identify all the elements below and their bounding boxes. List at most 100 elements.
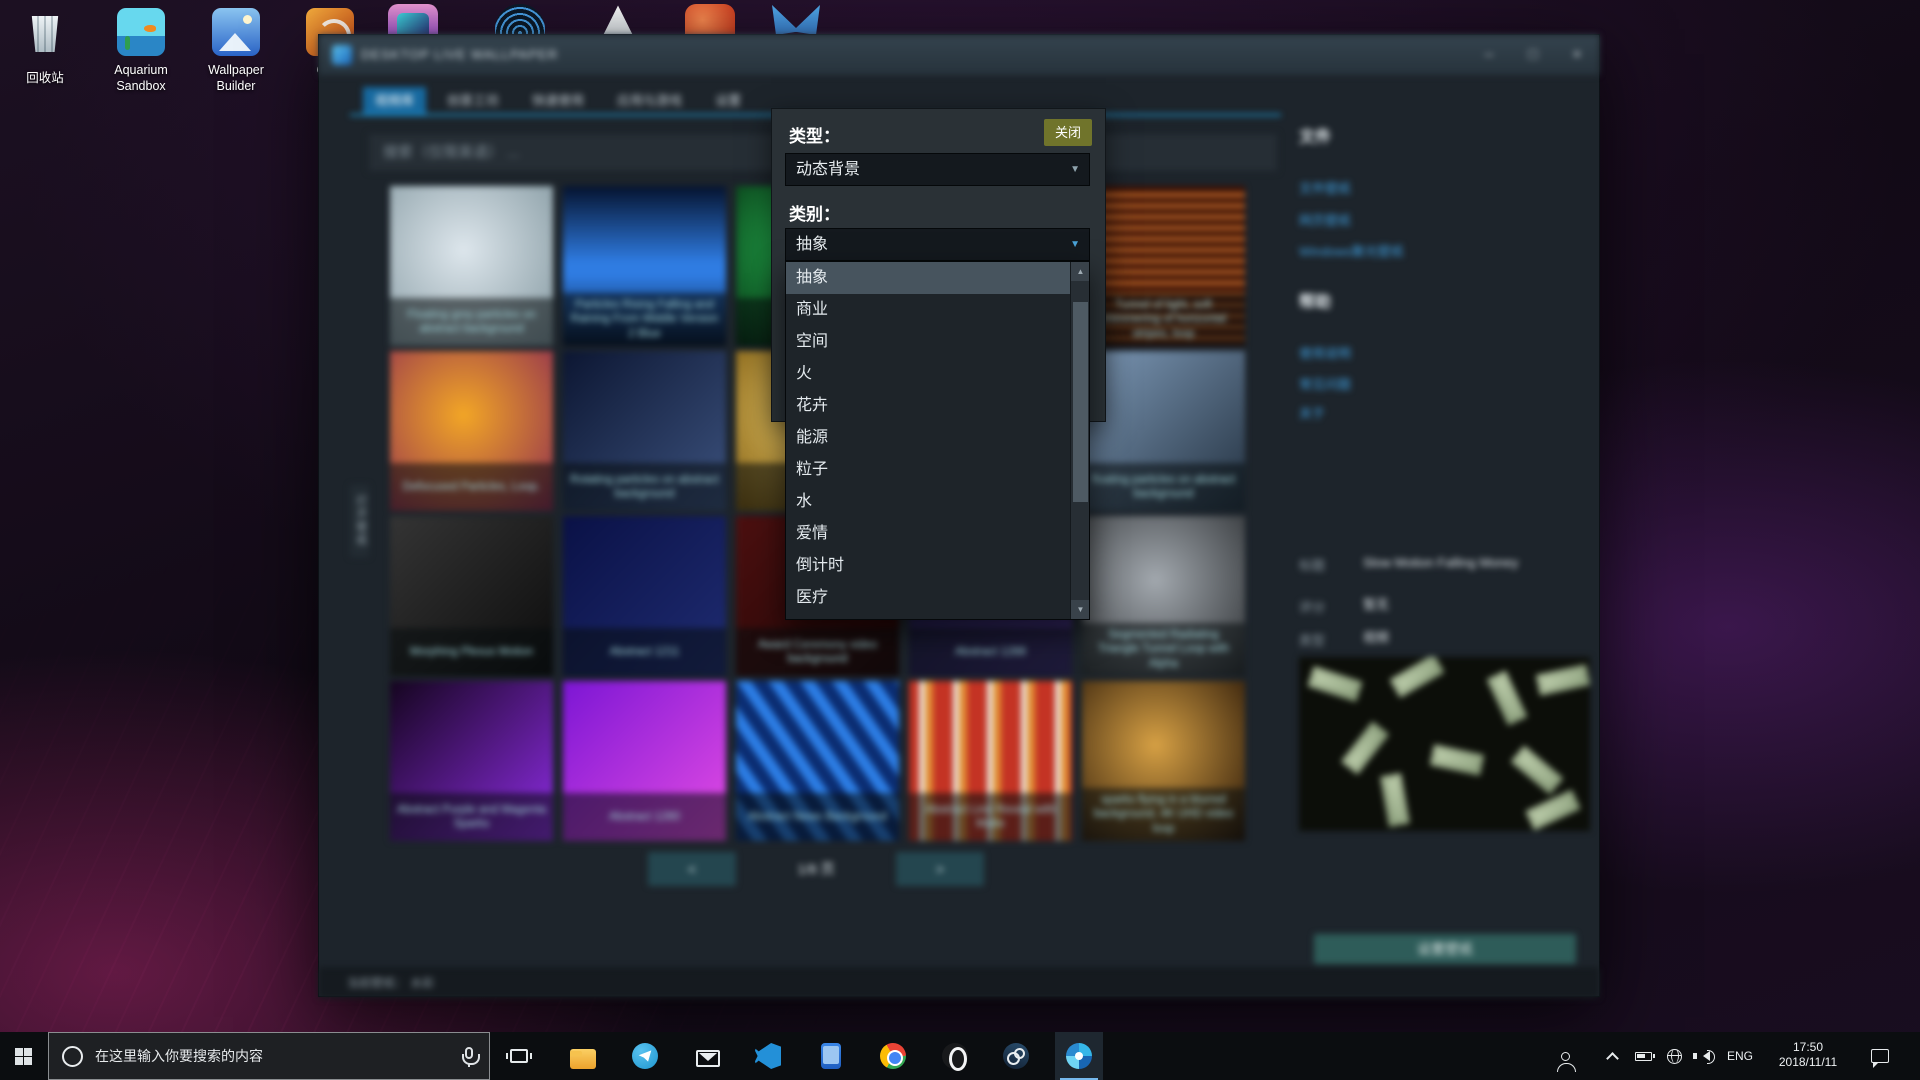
scrollbar-thumb[interactable] [1073,302,1088,502]
category-option[interactable]: 花卉 [786,390,1089,422]
taskbar-app-chrome[interactable] [869,1032,917,1080]
open-wallpaper-side-tab[interactable]: 打开壁纸 [350,485,369,557]
steam-icon [1003,1043,1029,1069]
wallpaper-tile[interactable]: Rotating particles on abstract backgroun… [563,351,726,511]
action-center-button[interactable] [1866,1032,1894,1080]
wallpaper-tile[interactable]: Particles Rising Falling and Raining Fro… [563,186,726,346]
type-select[interactable]: 动态背景 ▼ [785,153,1090,186]
category-option[interactable]: 爱情 [786,518,1089,550]
tab-workshop[interactable]: 创意工坊 [435,87,511,114]
money-bill [1380,772,1411,827]
category-option[interactable]: 水 [786,486,1089,518]
category-option[interactable]: 火 [786,358,1089,390]
taskbar-app-vscode[interactable] [744,1032,792,1080]
tab-video-library[interactable]: 视频库 [363,87,426,114]
web-wallpaper-link[interactable]: 网页壁纸 [1299,210,1351,229]
manual-link[interactable]: 使用说明 [1299,343,1351,362]
taskbar-clock[interactable]: 17:50 2018/11/11 [1758,1032,1858,1080]
taskbar-app-mail[interactable] [684,1032,732,1080]
scroll-down-button[interactable]: ▼ [1071,600,1090,619]
desktop-icon-wallpaper-builder[interactable]: Wallpaper Builder [188,8,284,95]
wallpaper-tile[interactable]: Abstract Purple and Magenta Sparks [390,681,553,841]
maximize-button[interactable]: □ [1511,35,1555,75]
category-select[interactable]: 抽象 ▼ [785,228,1090,261]
category-option[interactable]: 倒计时 [786,550,1089,582]
category-option[interactable]: 空间 [786,326,1089,358]
type-select-value: 动态背景 [796,161,860,178]
faq-link[interactable]: 常见问题 [1299,374,1351,393]
windows-spotlight-link[interactable]: Windows聚光壁纸 [1299,241,1404,260]
category-option[interactable]: 粒子 [786,454,1089,486]
scroll-up-button[interactable]: ▲ [1071,262,1090,281]
about-link[interactable]: 关于 [1299,403,1325,422]
chevron-down-icon: ▼ [1070,154,1080,185]
wallpaper-engine-icon [1066,1043,1092,1069]
taskbar-app-opera[interactable] [931,1032,979,1080]
wallpaper-tile[interactable]: floating particles on abstract backgroun… [1082,351,1245,511]
previous-page-button[interactable]: < [648,852,736,886]
people-tray-button[interactable] [1551,1032,1579,1080]
money-bill [1486,670,1528,726]
wallpaper-tile[interactable]: Morphing Plexus Motion [390,516,553,676]
category-option[interactable]: 医疗 [786,582,1089,614]
dropdown-scrollbar[interactable]: ▲ ▼ [1070,262,1089,619]
money-bill [1307,666,1363,703]
set-wallpaper-button[interactable]: 设置壁纸 [1314,934,1576,964]
minimize-button[interactable]: – [1467,35,1511,75]
rating-value: 暂无 [1363,597,1578,614]
wallpaper-caption: Abstract Line Reveal with Matte [909,793,1072,841]
taskbar-search-box[interactable]: 在这里输入你要搜索的内容 [48,1032,490,1080]
desktop-icon-label: Wallpaper Builder [188,62,284,95]
chrome-icon [880,1043,906,1069]
chevron-up-icon [1606,1052,1619,1065]
taskbar-app-file-explorer[interactable] [559,1032,607,1080]
title-value: Slow Motion Falling Money [1363,555,1578,572]
desktop-icon-recycle-bin[interactable]: 回收站 [0,10,93,86]
tab-quick-use[interactable]: 快速使用 [520,87,596,114]
close-button[interactable]: × [1555,35,1599,75]
wallpaper-tile[interactable]: sparks flying in a blurred background, 4… [1082,681,1245,841]
file-wallpaper-link[interactable]: 文件壁纸 [1299,178,1351,197]
recycle-bin-icon [21,16,69,64]
task-view-button[interactable] [495,1032,543,1080]
close-filter-button[interactable]: 关闭 [1044,119,1092,146]
wallpaper-tile[interactable]: Segmented Radiating Triangle Tunnel Loop… [1082,516,1245,676]
type-label: 类型 [1299,630,1325,649]
start-button[interactable] [0,1032,48,1080]
rating-label: 评分 [1299,597,1325,616]
wallpaper-tile[interactable]: Abstract 1280 [563,681,726,841]
tab-apps-games[interactable]: 应用与游戏 [605,87,694,114]
wallpaper-tile[interactable]: Abstract 1211 [563,516,726,676]
microphone-icon[interactable] [465,1047,473,1059]
current-wallpaper-status: 当前壁纸： 水彩 [319,968,1599,998]
volume-tray-icon[interactable] [1690,1032,1718,1080]
taskbar-app-telegram[interactable] [621,1032,669,1080]
type-filter-label: 类型： [789,122,840,147]
category-option[interactable]: 能源 [786,422,1089,454]
wallpaper-caption: floating particles on abstract backgroun… [1082,463,1245,511]
wallpaper-tile[interactable]: Floating grey particles on abstract back… [390,186,553,346]
wallpaper-tile[interactable]: Abstract Line Reveal with Matte [909,681,1072,841]
wallpaper-caption: Award Ceremony video background [736,628,899,676]
wallpaper-tile[interactable]: Tunnel of light, soft shimmering of hori… [1082,186,1245,346]
taskbar-app-phone[interactable] [807,1032,855,1080]
wallpaper-caption: Tunnel of light, soft shimmering of hori… [1082,293,1245,346]
next-page-button[interactable]: > [896,852,984,886]
battery-tray-icon[interactable] [1629,1032,1657,1080]
telegram-icon [632,1043,658,1069]
tray-overflow-button[interactable] [1598,1032,1626,1080]
taskbar-app-steam[interactable] [992,1032,1040,1080]
desktop-icon-aquarium-sandbox[interactable]: Aquarium Sandbox [93,8,189,95]
language-indicator[interactable]: ENG [1722,1032,1758,1080]
clock-date: 2018/11/11 [1758,1055,1858,1070]
taskbar-app-wallpaper-engine[interactable] [1055,1032,1103,1080]
category-option[interactable]: 科技 [786,614,1089,620]
tab-settings[interactable]: 设置 [703,87,753,114]
network-tray-icon[interactable] [1660,1032,1688,1080]
wallpaper-caption: Abstract Purple and Magenta Sparks [390,793,553,841]
category-option[interactable]: 商业 [786,294,1089,326]
wallpaper-caption: Abstract 1280 [563,793,726,841]
category-option[interactable]: 抽象 [786,262,1089,294]
wallpaper-tile[interactable]: Defocused Particles, Loop. [390,351,553,511]
wallpaper-tile[interactable]: Abstract News Background [736,681,899,841]
